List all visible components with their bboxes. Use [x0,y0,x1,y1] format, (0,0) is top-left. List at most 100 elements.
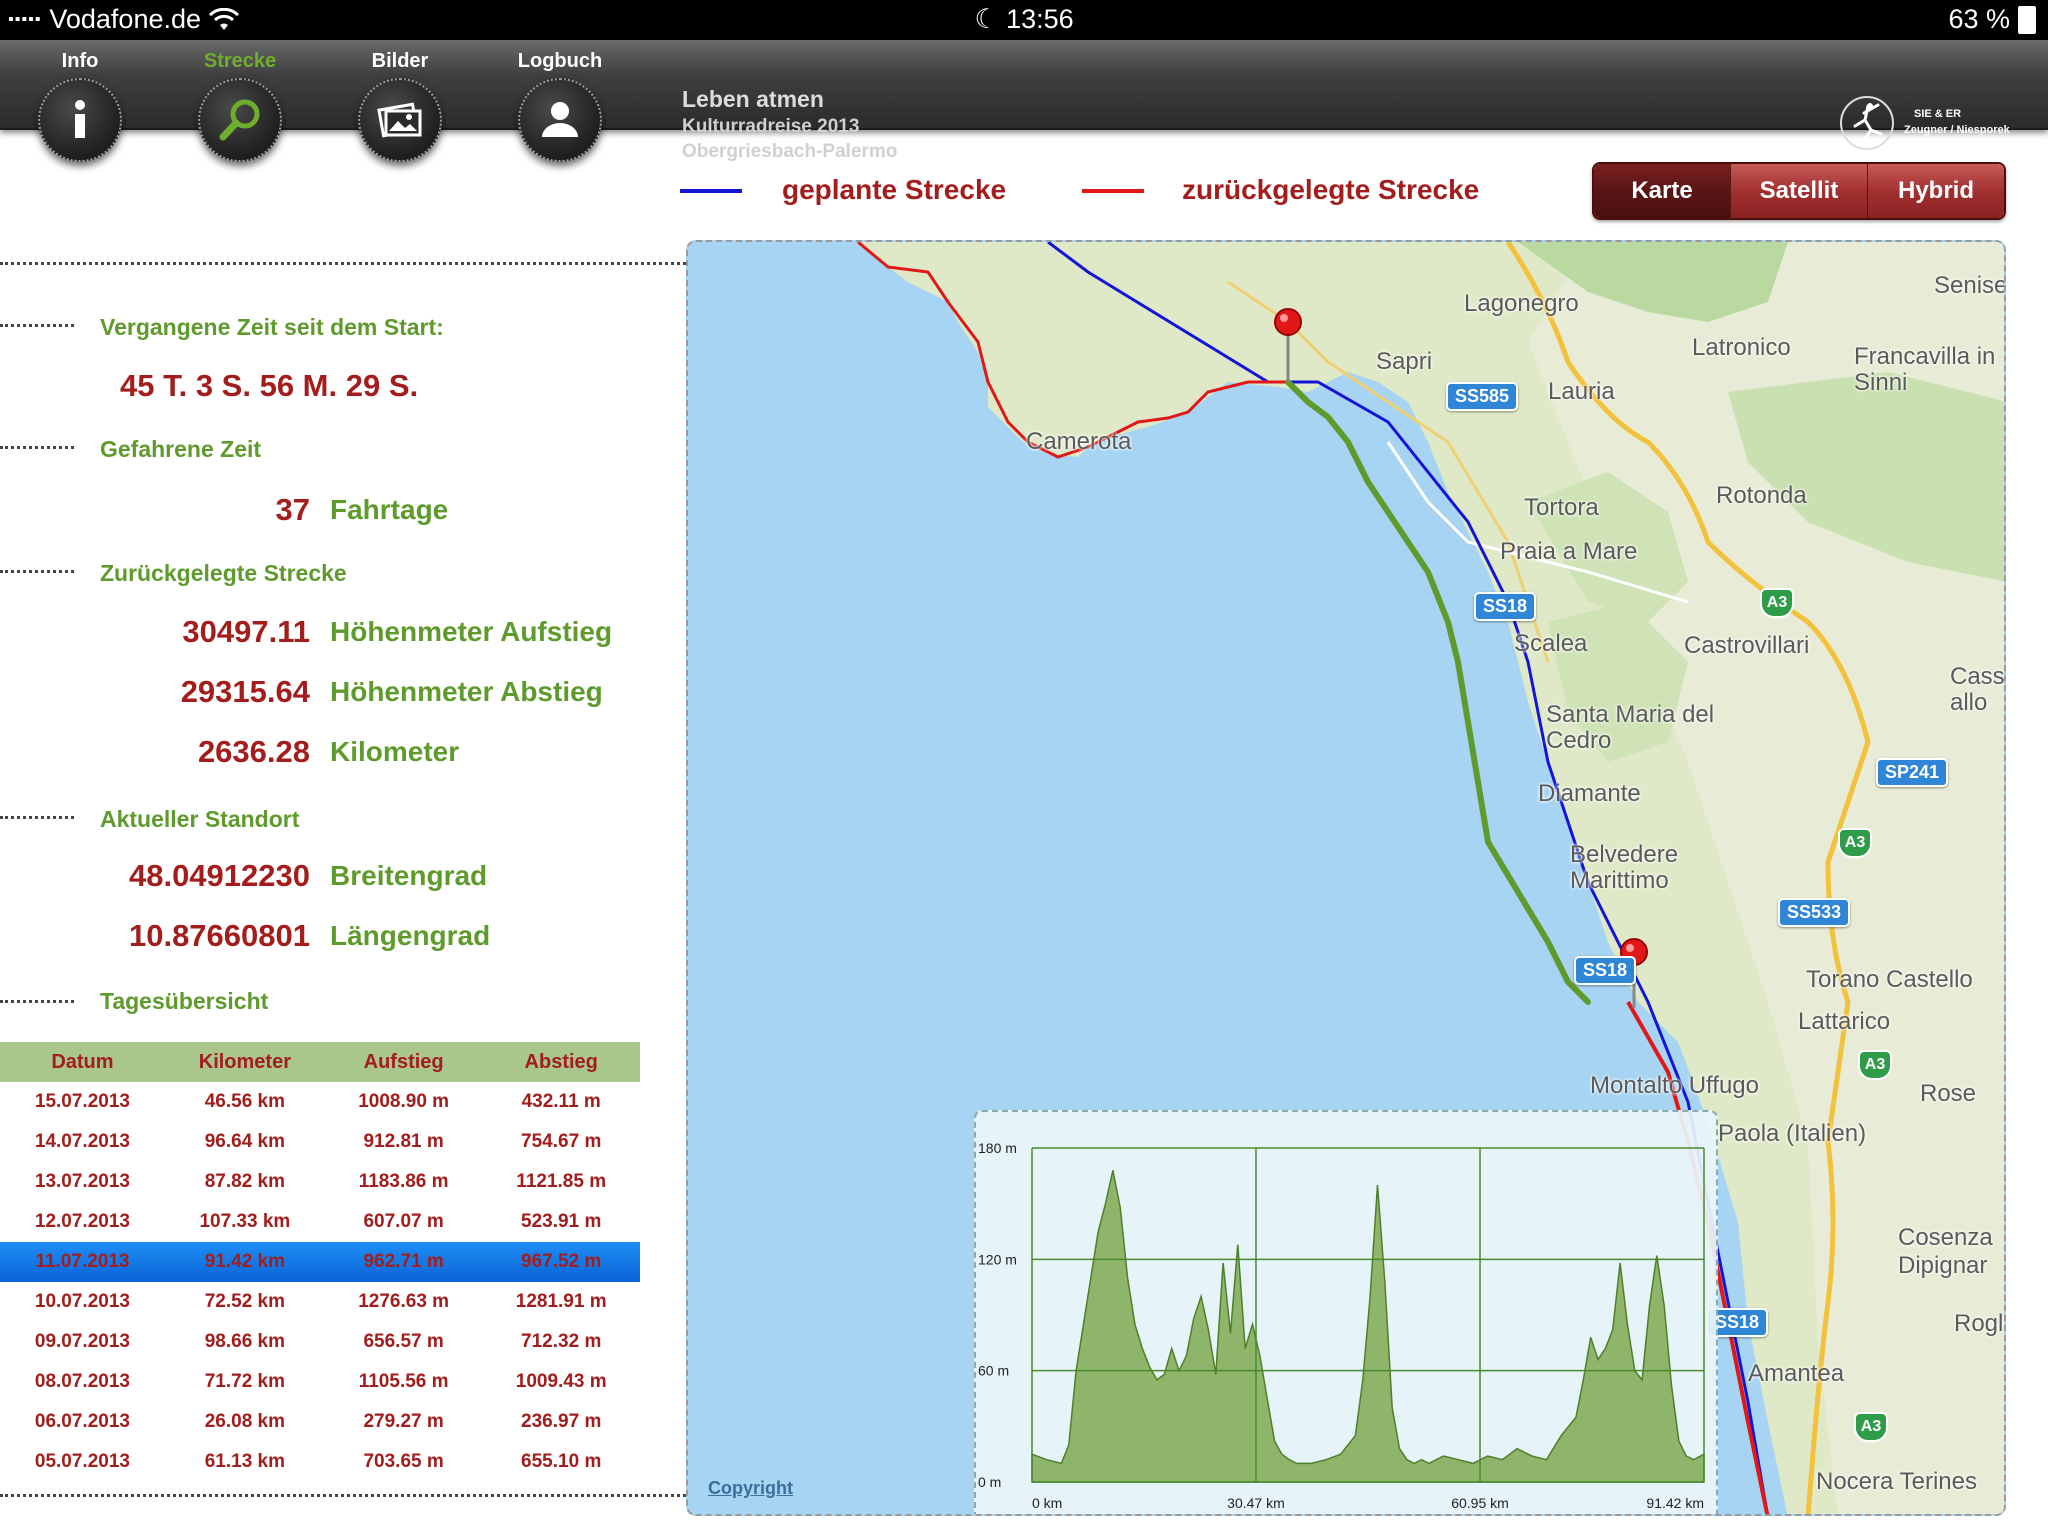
place-label: Rogl [1954,1310,2004,1337]
app-subtitle: Kulturradreise 2013 [682,116,860,137]
place-label: Amantea [1748,1360,1845,1387]
table-row[interactable]: 08.07.2013 71.72 km 1105.56 m 1009.43 m [0,1362,640,1402]
table-row[interactable]: 13.07.2013 87.82 km 1183.86 m 1121.85 m [0,1162,640,1202]
table-cell: 15.07.2013 [34,1091,130,1112]
descent-value: 29315.64 [180,674,310,709]
column-header-aufstieg: Aufstieg [324,1042,483,1082]
separator [0,1000,74,1003]
planned-route-label: geplante Strecke [782,174,1007,205]
user-icon [518,78,602,162]
kilometer-value: 2636.28 [197,734,310,769]
table-row[interactable]: 06.07.2013 26.08 km 279.27 m 236.97 m [0,1402,640,1442]
table-row[interactable]: 10.07.2013 72.52 km 1276.63 m 1281.91 m [0,1282,640,1322]
status-bar: ▪▪▪▪▪ Vodafone.de ☾ 13:56 63 % [0,0,2048,40]
separator [0,324,74,327]
elapsed-time-label: Vergangene Zeit seit dem Start: [100,314,444,340]
elevation-chart: 0 m 60 m 120 m 180 m 0 km 30.47 km 60.95 km 91.… [978,1140,1705,1511]
tab-info[interactable]: Info [20,40,140,170]
place-label: Rose [1920,1080,1977,1107]
table-cell: 13.07.2013 [34,1171,130,1192]
separator [0,570,74,573]
table-cell: 656.57 m [363,1331,444,1352]
column-header-kilometer: Kilometer [164,1042,325,1082]
route-map[interactable]: Lagonegro Sapri Latronico Francavilla in… [686,240,2006,1516]
latitude-value: 48.04912230 [128,858,310,893]
dancer-logo-icon [1840,96,1894,150]
table-row[interactable]: 05.07.2013 61.13 km 703.65 m 655.10 m [0,1442,640,1482]
place-label: Paola (Italien) [1718,1120,1867,1147]
top-toolbar: Info Strecke Bilder Logbuch Leben atmen … [0,40,2048,162]
battery-icon [2018,5,2036,34]
road-shield: SS585 [1446,382,1519,411]
table-row[interactable]: 12.07.2013 107.33 km 607.07 m 523.91 m [0,1202,640,1242]
place-label: Dipignar [1898,1252,1988,1279]
separator [0,816,74,819]
ascent-unit: Höhenmeter Aufstieg [330,616,613,647]
place-label: Diamante [1538,780,1641,807]
table-row[interactable]: 11.07.2013 91.42 km 962.71 m 967.52 m [0,1242,640,1282]
descent-unit: Höhenmeter Abstieg [330,676,603,707]
table-cell: 655.10 m [521,1451,602,1472]
brand-logo: SIE & ER Zeugner / Niesporek [1838,94,2038,154]
table-cell: 98.66 km [204,1331,286,1352]
place-label: Cass allo [1950,663,2005,716]
table-cell: 607.07 m [363,1211,444,1232]
place-label: Lagonegro [1464,290,1579,317]
logo-line-1: SIE & ER [1914,108,1962,120]
day-overview-label: Tagesübersicht [100,988,269,1014]
latitude-unit: Breitengrad [330,860,488,891]
x-tick-label: 91.42 km [1646,1495,1704,1511]
table-cell: 1105.56 m [358,1371,449,1392]
place-label: Santa Maria del Cedro [1546,701,1715,754]
place-label: Scalea [1514,630,1588,657]
column-header-datum: Datum [0,1042,165,1082]
longitude-value: 10.87660801 [128,918,310,953]
place-label: Praia a Mare [1500,538,1638,565]
location-label: Aktueller Standort [100,806,300,832]
search-icon [198,78,282,162]
table-row[interactable]: 14.07.2013 96.64 km 912.81 m 754.67 m [0,1122,640,1162]
moon-icon: ☾ [974,4,999,34]
battery-level: 63 % [1948,4,2010,34]
tab-bilder-label: Bilder [371,50,429,72]
table-cell: 91.42 km [164,1242,325,1282]
x-tick-label: 60.95 km [1451,1495,1509,1511]
motorway-shield: A3 [1854,1412,1888,1442]
motorway-shield: A3 [1858,1050,1892,1080]
map-type-hybrid[interactable]: Hybrid [1867,164,2004,218]
place-label: Camerota [1026,428,1132,455]
motorway-shield: A3 [1838,828,1872,858]
table-cell: 96.64 km [204,1131,286,1152]
road-shield: SS18 [1574,956,1637,985]
map-type-karte[interactable]: Karte [1594,164,1730,218]
place-label: Rotonda [1716,482,1807,509]
y-tick-label: 120 m [978,1251,1017,1267]
table-cell: 11.07.2013 [0,1242,165,1282]
map-type-satellit[interactable]: Satellit [1730,164,1867,218]
status-time: 13:56 [1006,4,1074,34]
map-copyright-link[interactable]: Copyright [708,1478,793,1499]
table-cell: 1276.63 m [358,1291,450,1312]
tab-bilder[interactable]: Bilder [340,40,460,170]
place-label: Tortora [1524,494,1599,521]
tab-logbuch[interactable]: Logbuch [500,40,620,170]
y-tick-label: 0 m [978,1474,1001,1490]
table-cell: 236.97 m [521,1411,602,1432]
route-legend: geplante Strecke zurückgelegte Strecke [680,170,1580,214]
table-row[interactable]: 15.07.2013 46.56 km 1008.90 m 432.11 m [0,1082,640,1122]
place-label: Castrovillari [1684,632,1810,659]
table-cell: 72.52 km [204,1291,286,1312]
table-cell: 107.33 km [199,1211,291,1232]
driven-time-label: Gefahrene Zeit [100,436,262,462]
table-row[interactable]: 09.07.2013 98.66 km 656.57 m 712.32 m [0,1322,640,1362]
tab-strecke[interactable]: Strecke [180,40,300,170]
separator [0,446,74,449]
x-tick-label: 30.47 km [1227,1495,1285,1511]
y-tick-label: 180 m [978,1140,1017,1156]
table-cell: 71.72 km [204,1371,286,1392]
tab-logbuch-label: Logbuch [517,50,603,72]
day-overview-table: Datum Kilometer Aufstieg Abstieg 15.07.2… [0,1042,640,1482]
tab-strecke-label: Strecke [203,50,277,72]
x-tick-label: 0 km [1032,1495,1062,1511]
table-cell: 1009.43 m [515,1371,607,1392]
